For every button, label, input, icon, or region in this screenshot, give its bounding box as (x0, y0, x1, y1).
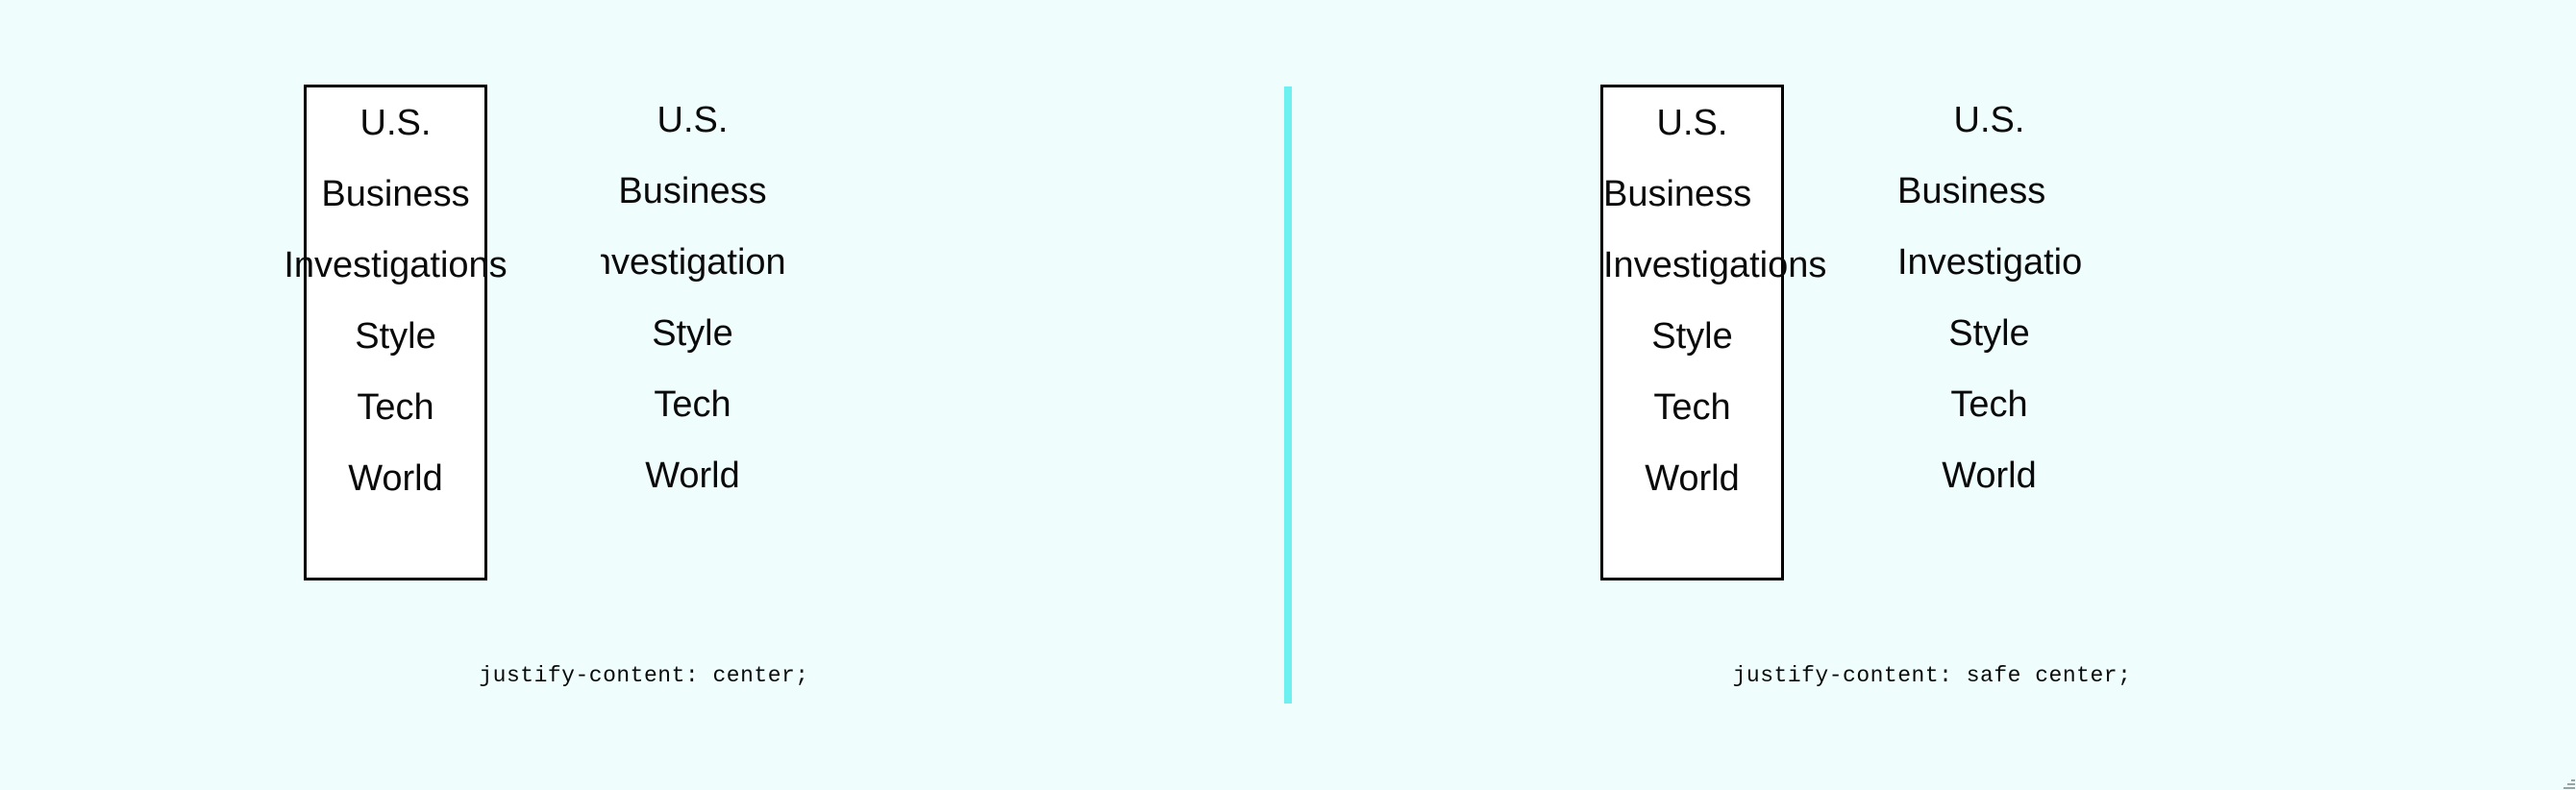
list-item-label: Investigations (1603, 245, 1827, 285)
list-item: Style (601, 298, 784, 369)
list-item-label: U.S. (1953, 100, 2025, 140)
flex-list-unsafe-center-boxed: U.S. Business Investigations Style Tech … (284, 87, 507, 578)
list-item: Investigations (1897, 227, 2081, 298)
flex-list-safe-center-boxed: U.S. Business Investigations Style Tech … (1603, 87, 1826, 578)
list-item: World (601, 440, 784, 511)
resize-grip-icon[interactable] (2562, 776, 2575, 789)
list-item-label: World (348, 458, 443, 499)
list-item: Business (307, 159, 484, 230)
caption-safe-center: justify-content: safe center; (1732, 663, 2132, 688)
caption-unsafe-center: justify-content: center; (479, 663, 809, 688)
list-item-label: Tech (1950, 384, 2028, 425)
resize-grip-line (2567, 783, 2575, 785)
list-item: Style (1897, 298, 2081, 369)
list-item: Business (601, 156, 784, 227)
list-item-label: Tech (357, 387, 434, 428)
column-unsafe-center-clipped: U.S. Business Investigations Style Tech … (601, 85, 784, 580)
panel-safe-center: U.S. Business Investigations Style Tech … (1288, 0, 2576, 790)
list-item: Tech (1603, 372, 1781, 443)
list-item: U.S. (1897, 85, 2081, 156)
list-item: World (1603, 443, 1781, 514)
list-item-label: World (645, 456, 740, 496)
list-item-label: Business (321, 174, 470, 214)
list-item-label: Business (1603, 174, 1752, 214)
panel-unsafe-center: U.S. Business Investigations Style Tech … (0, 0, 1288, 790)
column-unsafe-center-boxed: U.S. Business Investigations Style Tech … (284, 85, 508, 580)
list-item-label: Style (652, 313, 733, 354)
list-item-label: Investigations (1897, 242, 2081, 283)
list-item-label: Style (1948, 313, 2030, 354)
list-item-label: Investigations (601, 242, 784, 283)
flex-list-unsafe-center-clipped: U.S. Business Investigations Style Tech … (601, 85, 784, 580)
list-item: Business (1897, 156, 2081, 227)
list-item: Tech (601, 369, 784, 440)
list-item: Style (307, 301, 484, 372)
list-item-label: U.S. (1656, 103, 1728, 143)
list-item-label: Business (1897, 171, 2046, 211)
list-item-label: Investigations (284, 245, 508, 285)
list-item-label: World (1942, 456, 2037, 496)
list-item: World (307, 443, 484, 514)
list-item-label: Business (618, 171, 767, 211)
demo-row-unsafe-center: U.S. Business Investigations Style Tech … (0, 85, 1288, 580)
list-item: Tech (307, 372, 484, 443)
list-item: U.S. (1603, 87, 1781, 159)
list-item: Investigations (284, 230, 507, 301)
column-safe-center-clipped: U.S. Business Investigations Style Tech … (1897, 85, 2081, 580)
column-safe-center-boxed: U.S. Business Investigations Style Tech … (1600, 85, 1826, 580)
list-item: Style (1603, 301, 1781, 372)
list-item: Tech (1897, 369, 2081, 440)
list-item: U.S. (601, 85, 784, 156)
list-item: U.S. (307, 87, 484, 159)
list-item: Business (1603, 159, 1781, 230)
list-item: World (1897, 440, 2081, 511)
list-item: Investigations (1603, 230, 1826, 301)
list-item-label: Style (1651, 316, 1733, 357)
resize-grip-line (2571, 779, 2575, 781)
list-item-label: Tech (654, 384, 731, 425)
list-item: Investigations (601, 227, 784, 298)
resize-grip-line (2564, 787, 2575, 789)
demo-stage: U.S. Business Investigations Style Tech … (0, 0, 2576, 790)
flex-list-safe-center-clipped: U.S. Business Investigations Style Tech … (1897, 85, 2081, 580)
list-item-label: Tech (1653, 387, 1731, 428)
list-item-label: Style (355, 316, 436, 357)
list-item-label: U.S. (359, 103, 432, 143)
list-item-label: U.S. (656, 100, 729, 140)
demo-row-safe-center: U.S. Business Investigations Style Tech … (1288, 85, 2576, 580)
panel-divider (1284, 86, 1292, 704)
list-item-label: World (1645, 458, 1740, 499)
